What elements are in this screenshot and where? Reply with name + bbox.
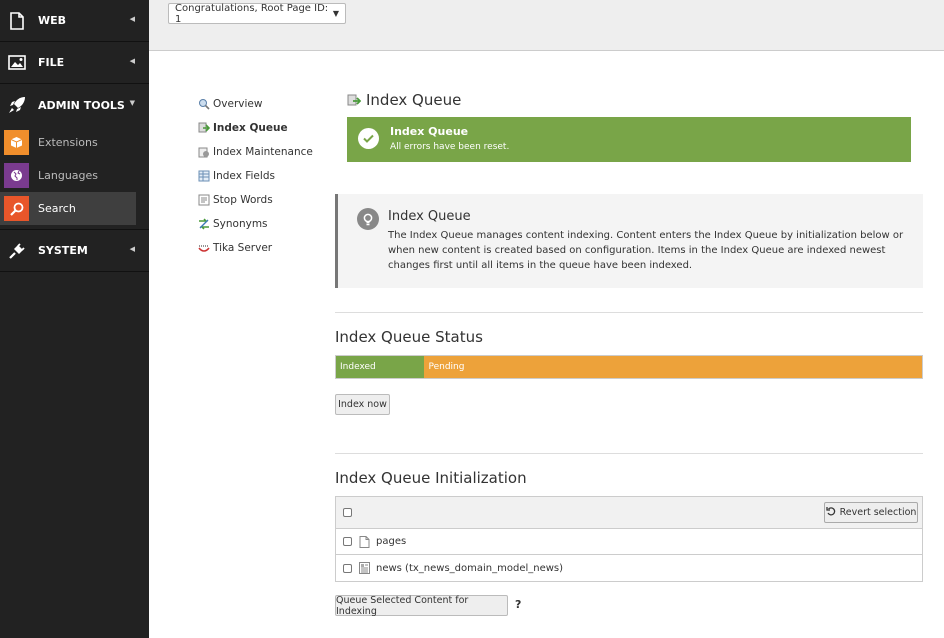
rocket-icon [8, 96, 26, 114]
module-group-file[interactable]: FILE ◀ [0, 42, 149, 84]
page-title-text: Index Queue [366, 91, 462, 109]
module-group-label: ADMIN TOOLS [38, 98, 125, 112]
table-row: pages [336, 529, 922, 555]
caret-left-icon: ◀ [129, 245, 135, 253]
page-icon [359, 535, 370, 548]
caret-down-icon: ▼ [129, 99, 135, 107]
docheader: Congratulations, Root Page ID: 1 ▼ [149, 0, 944, 51]
nav-item-label: Index Fields [213, 170, 275, 182]
queue-content-button[interactable]: Queue Selected Content for Indexing [335, 595, 508, 617]
nav-item-synonyms[interactable]: Synonyms [198, 212, 328, 236]
maintenance-icon [198, 146, 210, 158]
module-menu: WEB ◀ FILE ◀ ADMIN TOOLS ▼ Extensions La… [0, 0, 149, 638]
lightbulb-icon [357, 208, 379, 230]
check-icon [358, 128, 379, 149]
index-status-bar: Indexed Pending [335, 355, 923, 379]
admin-tools-modules: Extensions Languages Search [0, 126, 149, 230]
nav-item-label: Index Maintenance [213, 146, 313, 158]
status-indexed-label: Indexed [340, 362, 376, 372]
queue-icon [347, 93, 362, 107]
info-callout: Index Queue The Index Queue manages cont… [335, 194, 923, 288]
status-heading: Index Queue Status [335, 328, 483, 346]
module-group-label: SYSTEM [38, 244, 88, 257]
undo-icon [825, 506, 836, 519]
page-title: Index Queue [347, 91, 461, 109]
flash-message-success: Index Queue All errors have been reset. [347, 117, 911, 162]
page-select[interactable]: Congratulations, Root Page ID: 1 ▼ [168, 2, 346, 25]
nav-item-index-fields[interactable]: Index Fields [198, 164, 328, 188]
nav-item-label: Tika Server [213, 242, 273, 254]
caret-left-icon: ◀ [129, 15, 135, 23]
table-header-row: Revert selection [336, 497, 922, 529]
nav-item-index-maintenance[interactable]: Index Maintenance [198, 140, 328, 164]
page-select-value: Congratulations, Root Page ID: 1 [175, 2, 329, 25]
queue-icon [198, 122, 210, 134]
news-icon [359, 562, 370, 574]
nav-item-index-queue[interactable]: Index Queue [198, 116, 328, 140]
module-group-web[interactable]: WEB ◀ [0, 0, 149, 42]
module-search[interactable]: Search [0, 192, 136, 225]
module-group-system[interactable]: SYSTEM ◀ [0, 230, 149, 272]
select-all-checkbox[interactable] [343, 508, 352, 517]
image-icon [8, 54, 26, 72]
table-row: news (tx_news_domain_model_news) [336, 555, 922, 581]
magnifier-icon [198, 98, 210, 110]
nav-item-label: Overview [213, 98, 263, 110]
flash-message: All errors have been reset. [390, 142, 510, 152]
globe-icon [4, 163, 29, 188]
row-checkbox[interactable] [343, 537, 352, 546]
fields-icon [198, 170, 210, 182]
divider [335, 453, 923, 454]
revert-selection-label: Revert selection [839, 507, 917, 518]
solr-submodule-nav: Overview Index Queue Index Maintenance I… [198, 92, 328, 260]
row-checkbox[interactable] [343, 563, 352, 573]
initialization-table: Revert selection pages news (tx_news_dom… [335, 496, 923, 582]
info-message: The Index Queue manages content indexing… [388, 230, 904, 271]
index-now-button[interactable]: Index now [335, 394, 390, 415]
stopwords-icon [198, 194, 210, 206]
module-label: Extensions [38, 136, 98, 149]
module-group-admin-tools[interactable]: ADMIN TOOLS ▼ [0, 84, 149, 126]
revert-selection-button[interactable]: Revert selection [824, 502, 918, 523]
row-label: news (tx_news_domain_model_news) [376, 562, 564, 574]
nav-item-label: Synonyms [213, 218, 268, 230]
initialization-heading: Index Queue Initialization [335, 469, 527, 487]
chevron-down-icon: ▼ [332, 9, 339, 18]
status-pending-label: Pending [428, 362, 465, 372]
synonyms-icon [198, 218, 210, 230]
tika-icon [198, 242, 210, 254]
module-languages[interactable]: Languages [0, 159, 136, 192]
nav-item-label: Stop Words [213, 194, 273, 206]
module-extensions[interactable]: Extensions [0, 126, 136, 159]
module-group-label: WEB [38, 14, 67, 27]
divider [335, 312, 923, 313]
help-icon[interactable]: ? [515, 598, 521, 611]
nav-item-overview[interactable]: Overview [198, 92, 328, 116]
flash-title: Index Queue [390, 125, 469, 138]
module-label: Languages [38, 169, 99, 182]
file-icon [8, 11, 26, 30]
module-label: Search [38, 202, 76, 215]
module-group-label: FILE [38, 56, 65, 69]
plug-icon [8, 242, 26, 260]
nav-item-stop-words[interactable]: Stop Words [198, 188, 328, 212]
status-indexed-segment: Indexed [336, 356, 425, 378]
nav-item-tika-server[interactable]: Tika Server [198, 236, 328, 260]
search-icon [4, 196, 29, 221]
row-label: pages [376, 536, 407, 547]
status-pending-segment: Pending [424, 356, 922, 378]
info-title: Index Queue [388, 209, 471, 224]
nav-item-label: Index Queue [213, 122, 288, 134]
caret-left-icon: ◀ [129, 57, 135, 65]
box-icon [4, 130, 29, 155]
